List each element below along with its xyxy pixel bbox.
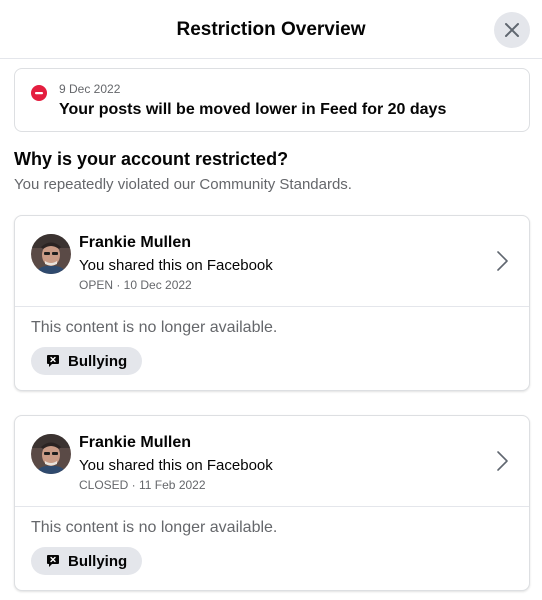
report-flag-icon xyxy=(47,555,59,567)
restriction-banner: 9 Dec 2022 Your posts will be moved lowe… xyxy=(14,68,530,132)
close-icon xyxy=(505,23,519,37)
dialog-title: Restriction Overview xyxy=(176,19,366,40)
violation-card: Frankie Mullen You shared this on Facebo… xyxy=(14,215,530,391)
violation-tag[interactable]: Bullying xyxy=(31,347,143,375)
restriction-text: Your posts will be moved lower in Feed f… xyxy=(59,101,447,118)
avatar xyxy=(31,434,71,474)
report-flag-icon xyxy=(47,355,59,367)
avatar-image xyxy=(31,234,71,274)
dialog-header: Restriction Overview xyxy=(0,0,542,59)
minus-circle-icon xyxy=(31,85,47,101)
violation-tag-label: Bullying xyxy=(68,552,128,570)
section-title: Why is your account restricted? xyxy=(14,149,289,169)
avatar xyxy=(31,234,71,274)
violation-card: Frankie Mullen You shared this on Facebo… xyxy=(14,415,530,591)
case-status: CLOSED · 11 Feb 2022 xyxy=(79,478,206,492)
chevron-right-icon xyxy=(497,251,508,271)
violation-card-header[interactable]: Frankie Mullen You shared this on Facebo… xyxy=(15,216,529,307)
avatar-image xyxy=(31,434,71,474)
restriction-date: 9 Dec 2022 xyxy=(59,82,121,96)
author-name: Frankie Mullen xyxy=(79,234,192,251)
violation-tag-label: Bullying xyxy=(68,352,128,370)
case-status: OPEN · 10 Dec 2022 xyxy=(79,278,192,292)
close-button[interactable] xyxy=(494,12,530,48)
section-subtitle: You repeatedly violated our Community St… xyxy=(14,176,352,193)
violation-card-header[interactable]: Frankie Mullen You shared this on Facebo… xyxy=(15,416,529,507)
unavailable-text: This content is no longer available. xyxy=(31,319,278,336)
shared-text: You shared this on Facebook xyxy=(79,457,273,474)
violation-tag[interactable]: Bullying xyxy=(31,547,143,575)
unavailable-text: This content is no longer available. xyxy=(31,519,278,536)
author-name: Frankie Mullen xyxy=(79,434,192,451)
chevron-right-icon xyxy=(497,451,508,471)
shared-text: You shared this on Facebook xyxy=(79,257,273,274)
